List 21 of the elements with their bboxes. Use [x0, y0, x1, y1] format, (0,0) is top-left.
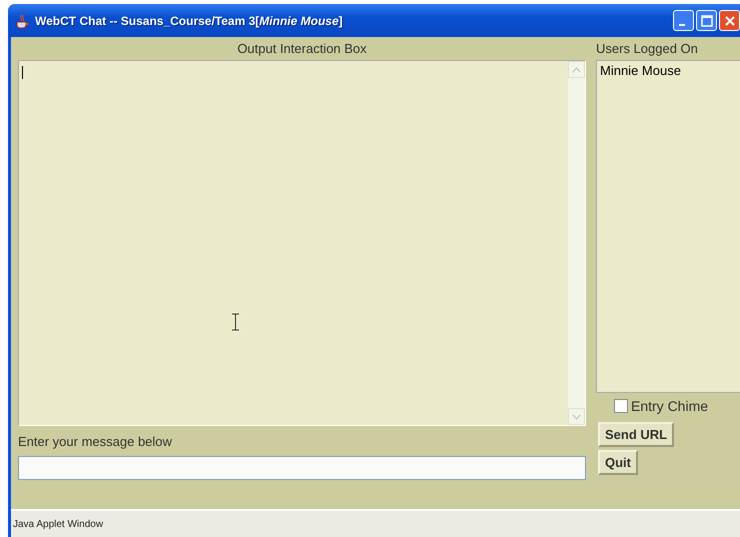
checkbox-label: Entry Chime — [631, 398, 708, 414]
status-text: Java Applet Window — [13, 518, 104, 530]
maximize-icon — [700, 14, 712, 26]
users-label: Users Logged On — [596, 41, 698, 56]
maximize-button[interactable] — [696, 10, 717, 31]
minimize-icon — [679, 24, 685, 26]
text-caret-icon — [22, 66, 23, 79]
scrollbar[interactable] — [568, 61, 585, 425]
close-icon — [724, 14, 736, 26]
action-button[interactable]: Quit — [598, 450, 638, 475]
checkbox[interactable] — [614, 399, 628, 413]
text-cursor-icon — [231, 313, 240, 331]
action-button[interactable]: Send URL — [598, 422, 674, 447]
user-item[interactable]: Minnie Mouse — [600, 63, 681, 78]
window-title: WebCT Chat -- Susans_Course/Team 3[Minnie Mouse] — [35, 14, 343, 28]
message-input[interactable] — [18, 456, 586, 480]
output-label: Output Interaction Box — [237, 41, 367, 56]
minimize-button[interactable] — [673, 10, 694, 31]
message-label: Enter your message below — [18, 434, 172, 448]
cup-icon — [14, 12, 30, 28]
close-button[interactable] — [719, 10, 740, 31]
